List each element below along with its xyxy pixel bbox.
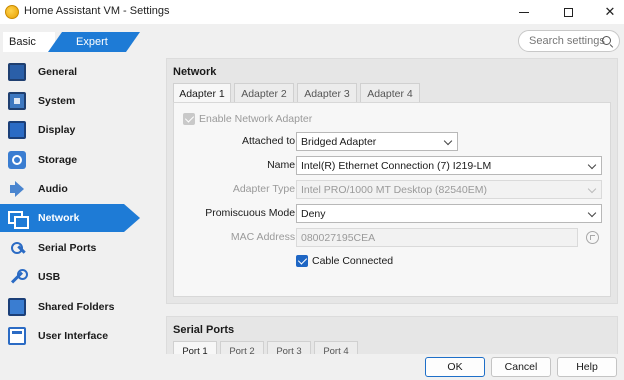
attached-to-select[interactable]: Bridged Adapter (296, 132, 458, 151)
refresh-mac-icon[interactable] (586, 231, 599, 244)
close-button[interactable]: ✕ (590, 0, 624, 24)
adapter-name-select[interactable]: Intel(R) Ethernet Connection (7) I219-LM (296, 156, 602, 175)
tab-adapter-1[interactable]: Adapter 1 (173, 83, 231, 104)
sidebar-item-label: System (38, 95, 76, 107)
sidebar-item-label: Audio (38, 183, 68, 195)
sidebar-item-network[interactable]: Network (0, 204, 140, 232)
enable-adapter-checkbox[interactable] (183, 113, 195, 125)
promiscuous-mode-label: Promiscuous Mode: (205, 207, 298, 219)
shared-folders-icon (8, 298, 26, 316)
window-title: Home Assistant VM - Settings (24, 5, 170, 17)
user-interface-icon (8, 327, 26, 345)
maximize-button[interactable] (548, 0, 588, 24)
tab-port-3[interactable]: Port 3 (267, 341, 311, 354)
adapter-type-value: Intel PRO/1000 MT Desktop (82540EM) (301, 184, 487, 196)
system-icon (8, 92, 26, 110)
basic-mode-toggle[interactable]: Basic (3, 32, 55, 52)
serial-ports-icon (8, 239, 26, 257)
cable-connected-checkbox[interactable] (296, 255, 308, 267)
sidebar-item-audio[interactable]: Audio (0, 175, 140, 203)
sidebar-item-shared-folders[interactable]: Shared Folders (0, 293, 140, 321)
name-label: Name: (267, 159, 298, 171)
network-section: Network Adapter 1 Adapter 2 Adapter 3 Ad… (166, 58, 618, 304)
sidebar-item-label: Serial Ports (38, 242, 97, 254)
virtualbox-app-icon (5, 5, 19, 19)
adapter-panel: Enable Network Adapter Attached to: Brid… (173, 102, 611, 297)
audio-icon (8, 180, 26, 198)
maximize-icon (563, 7, 573, 17)
adapter-type-label: Adapter Type: (232, 183, 298, 195)
enable-adapter-label: Enable Network Adapter (199, 113, 313, 125)
ok-button[interactable]: OK (425, 357, 485, 377)
sidebar-item-label: Shared Folders (38, 301, 115, 313)
promiscuous-mode-select[interactable]: Deny (296, 204, 602, 223)
minimize-button[interactable] (504, 0, 544, 24)
attached-to-label: Attached to: (241, 135, 298, 147)
sidebar-item-label: Network (38, 212, 80, 224)
tab-adapter-4[interactable]: Adapter 4 (360, 83, 420, 103)
chevron-down-icon (587, 160, 597, 170)
tab-adapter-2[interactable]: Adapter 2 (234, 83, 294, 103)
tab-adapter-3[interactable]: Adapter 3 (297, 83, 357, 103)
cable-connected-label: Cable Connected (312, 255, 394, 267)
title-bar: Home Assistant VM - Settings ✕ (0, 0, 624, 24)
usb-icon (8, 268, 28, 286)
general-icon (8, 63, 26, 81)
sidebar-item-system[interactable]: System (0, 87, 140, 115)
sidebar-item-label: USB (38, 271, 61, 283)
sidebar-item-user-interface[interactable]: User Interface (0, 322, 140, 350)
display-icon (8, 121, 26, 139)
section-title: Network (173, 66, 217, 78)
sidebar-item-label: Display (38, 124, 76, 136)
sidebar-item-storage[interactable]: Storage (0, 146, 140, 174)
chevron-down-icon (587, 208, 597, 218)
promiscuous-mode-value: Deny (301, 208, 326, 220)
section-title: Serial Ports (173, 324, 235, 336)
cancel-button[interactable]: Cancel (491, 357, 551, 377)
sidebar-item-usb[interactable]: USB (0, 263, 140, 291)
attached-to-value: Bridged Adapter (301, 136, 377, 148)
dialog-button-bar: OK Cancel Help (0, 354, 624, 380)
tab-port-4[interactable]: Port 4 (314, 341, 358, 354)
sidebar-item-label: Storage (38, 154, 78, 166)
sidebar-item-display[interactable]: Display (0, 116, 140, 144)
storage-icon (8, 151, 26, 169)
search-icon (602, 36, 611, 45)
adapter-type-select[interactable]: Intel PRO/1000 MT Desktop (82540EM) (296, 180, 602, 199)
network-icon (8, 209, 29, 229)
sidebar-item-label: User Interface (38, 330, 109, 342)
sidebar-item-serial-ports[interactable]: Serial Ports (0, 234, 140, 262)
close-icon: ✕ (604, 4, 616, 19)
mac-address-field[interactable]: 080027195CEA (296, 228, 578, 247)
minimize-icon (519, 11, 529, 13)
top-strip: Basic Expert Search settings (0, 24, 624, 58)
tab-port-1[interactable]: Port 1 (173, 341, 217, 354)
chevron-down-icon (587, 184, 597, 194)
sidebar-item-label: General (38, 66, 78, 78)
chevron-down-icon (443, 136, 453, 146)
expert-mode-toggle[interactable]: Expert (48, 32, 140, 52)
adapter-name-value: Intel(R) Ethernet Connection (7) I219-LM (301, 160, 492, 172)
mac-address-label: MAC Address: (230, 231, 298, 243)
tab-port-2[interactable]: Port 2 (220, 341, 264, 354)
help-button[interactable]: Help (557, 357, 617, 377)
sidebar-item-general[interactable]: General (0, 58, 140, 86)
search-input[interactable]: Search settings (518, 30, 620, 52)
serial-ports-section: Serial Ports Port 1 Port 2 Port 3 Port 4 (166, 316, 618, 354)
search-placeholder: Search settings (529, 35, 605, 47)
mac-address-value: 080027195CEA (301, 232, 376, 244)
settings-sidebar: General System Display Storage Audio Net… (0, 58, 160, 354)
